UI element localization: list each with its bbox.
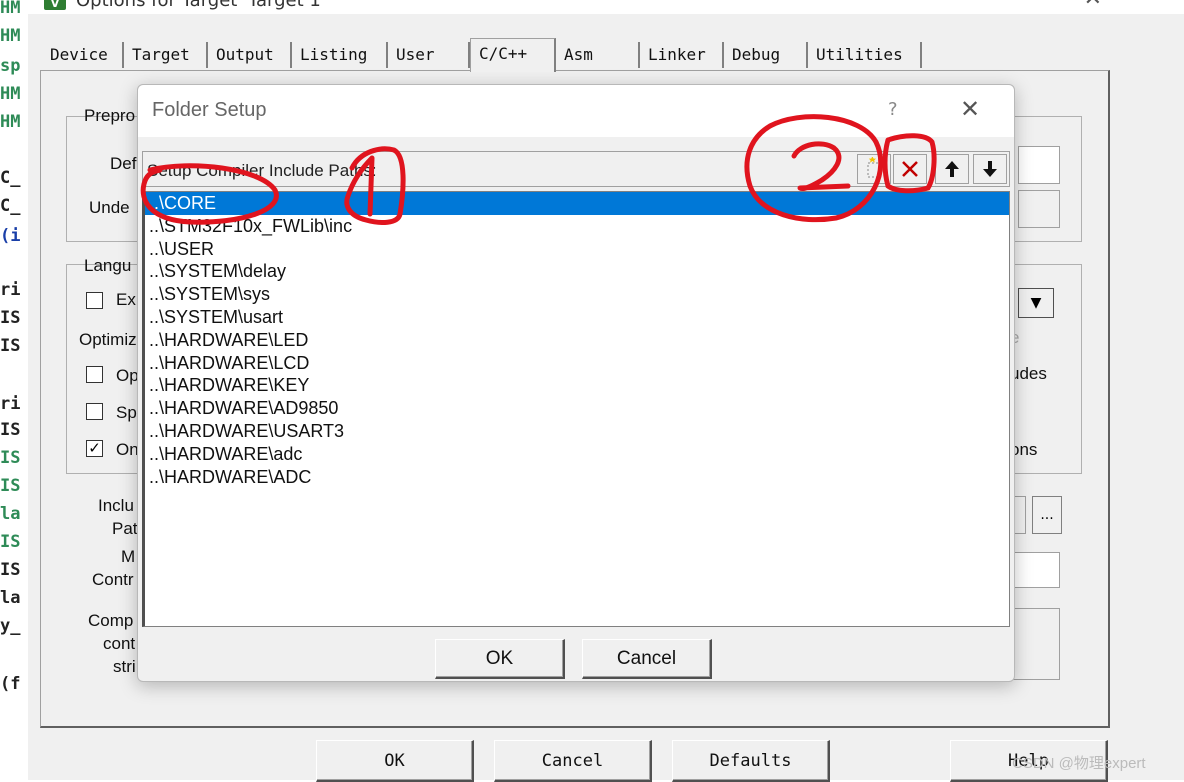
folder-ok-button[interactable]: OK bbox=[435, 639, 565, 679]
include-path-item[interactable]: ..\HARDWARE\adc bbox=[145, 443, 1009, 466]
optimize-time-checkbox[interactable] bbox=[86, 366, 103, 383]
arrow-down-icon bbox=[983, 161, 997, 177]
tab-listing[interactable]: Listing bbox=[292, 42, 388, 68]
include-path-item[interactable]: ..\HARDWARE\LED bbox=[145, 329, 1009, 352]
options-title: Options for Target 'Target 1' bbox=[76, 0, 326, 11]
code-line-fragment: ri bbox=[0, 394, 21, 414]
compiler-control-label: Comp bbox=[88, 611, 134, 630]
one-elf-label: On bbox=[116, 440, 139, 459]
include-path-item[interactable]: ..\HARDWARE\LCD bbox=[145, 352, 1009, 375]
split-sections-checkbox[interactable] bbox=[86, 403, 103, 420]
code-line-fragment: sp bbox=[0, 56, 21, 76]
tab-device[interactable]: Device bbox=[42, 42, 124, 68]
execute-only-checkbox[interactable] bbox=[86, 292, 103, 309]
misc-controls-label-2: Contr bbox=[92, 570, 134, 589]
include-path-item[interactable]: ..\HARDWARE\ADC bbox=[145, 466, 1009, 489]
code-line-fragment: C_ bbox=[0, 168, 21, 188]
include-path-item[interactable]: ..\HARDWARE\USART3 bbox=[145, 420, 1009, 443]
code-line-fragment: la bbox=[0, 588, 21, 608]
move-up-button[interactable] bbox=[935, 154, 969, 184]
tab-c-c-[interactable]: C/C++ bbox=[470, 38, 556, 72]
include-path-item[interactable]: ..\USER bbox=[145, 238, 1009, 261]
misc-controls-input[interactable] bbox=[1010, 552, 1060, 588]
include-paths-label-2: Pat bbox=[112, 519, 138, 538]
language-label: Langu bbox=[84, 256, 132, 275]
tab-target[interactable]: Target bbox=[124, 42, 208, 68]
code-line-fragment: IS bbox=[0, 308, 21, 328]
code-line-fragment: HM bbox=[0, 112, 21, 132]
undefine-input[interactable] bbox=[1018, 190, 1060, 228]
compiler-control-string bbox=[1010, 608, 1060, 680]
define-label: Def bbox=[110, 154, 137, 173]
code-line-fragment: HM bbox=[0, 26, 21, 46]
compiler-control-label-3: stri bbox=[113, 657, 136, 676]
folder-setup-titlebar: Folder Setup ? ✕ bbox=[138, 85, 1014, 137]
code-line-fragment: y_ bbox=[0, 616, 21, 636]
include-path-item[interactable]: ..\SYSTEM\usart bbox=[145, 306, 1009, 329]
include-path-item[interactable]: ..\HARDWARE\AD9850 bbox=[145, 397, 1009, 420]
code-line-fragment: (f bbox=[0, 674, 21, 694]
folder-setup-dialog: Folder Setup ? ✕ Setup Compiler Include … bbox=[137, 84, 1015, 682]
background-code-editor: HM HM sp HM HM C_ C_ (i ri IS IS ri IS IS IS la IS IS la y_… bbox=[0, 0, 30, 780]
code-line-fragment: HM bbox=[0, 84, 21, 104]
tab-asm[interactable]: Asm bbox=[556, 42, 640, 68]
delete-path-button[interactable] bbox=[893, 154, 927, 184]
keil-app-icon: V bbox=[44, 0, 66, 10]
tab-output[interactable]: Output bbox=[208, 42, 292, 68]
code-line-fragment: ri bbox=[0, 280, 21, 300]
no-auto-includes-fragment: udes bbox=[1010, 364, 1047, 383]
optimize-time-label: Op bbox=[116, 366, 139, 385]
code-line-fragment: IS bbox=[0, 476, 21, 496]
code-line-fragment: C_ bbox=[0, 196, 21, 216]
code-line-fragment: IS bbox=[0, 448, 21, 468]
optimization-dropdown-arrow-icon[interactable]: ▼ bbox=[1018, 288, 1054, 318]
help-icon[interactable]: ? bbox=[888, 99, 898, 120]
new-folder-icon bbox=[867, 156, 881, 178]
include-paths-label: Setup Compiler Include Paths: bbox=[147, 161, 377, 180]
include-path-item[interactable]: ..\SYSTEM\delay bbox=[145, 260, 1009, 283]
options-titlebar: V Options for Target 'Target 1' ✕ bbox=[28, 0, 1184, 14]
folder-setup-title: Folder Setup bbox=[152, 99, 267, 121]
include-paths-label: Inclu bbox=[98, 496, 134, 515]
compiler-control-label-2: cont bbox=[103, 634, 136, 653]
tab-utilities[interactable]: Utilities bbox=[808, 42, 922, 68]
code-line-fragment: la bbox=[0, 504, 21, 524]
code-line-fragment: IS bbox=[0, 532, 21, 552]
define-input[interactable] bbox=[1018, 146, 1060, 184]
code-line-fragment: (i bbox=[0, 226, 21, 246]
delete-x-icon bbox=[902, 161, 918, 177]
tab-linker[interactable]: Linker bbox=[640, 42, 724, 68]
execute-only-label: Ex bbox=[116, 290, 136, 309]
options-ok-button[interactable]: OK bbox=[316, 740, 474, 782]
include-paths-list[interactable]: ..\CORE ..\STM32F10x_FWLib\inc ..\USER ..\S… bbox=[142, 191, 1010, 627]
code-line-fragment: IS bbox=[0, 560, 21, 580]
options-close-icon[interactable]: ✕ bbox=[1084, 0, 1102, 11]
move-down-button[interactable] bbox=[973, 154, 1007, 184]
arrow-up-icon bbox=[945, 161, 959, 177]
include-paths-browse-button[interactable]: ... bbox=[1032, 496, 1062, 534]
new-folder-button[interactable] bbox=[857, 154, 891, 184]
preprocessor-label: Prepro bbox=[84, 106, 136, 125]
tab-debug[interactable]: Debug bbox=[724, 42, 808, 68]
options-cancel-button[interactable]: Cancel bbox=[494, 740, 652, 782]
tab-user[interactable]: User bbox=[388, 42, 470, 68]
one-elf-checkbox[interactable]: ✓ bbox=[86, 440, 103, 457]
include-paths-toolbar: Setup Compiler Include Paths: bbox=[142, 151, 1010, 187]
split-sections-label: Sp bbox=[116, 403, 137, 422]
code-line-fragment: IS bbox=[0, 420, 21, 440]
include-path-item[interactable]: ..\SYSTEM\sys bbox=[145, 283, 1009, 306]
code-line-fragment: IS bbox=[0, 336, 21, 356]
include-path-item[interactable]: ..\CORE bbox=[145, 192, 1009, 215]
misc-controls-label: M bbox=[121, 547, 136, 566]
options-defaults-button[interactable]: Defaults bbox=[672, 740, 830, 782]
optimization-label: Optimiz bbox=[79, 330, 137, 349]
undefine-label: Unde bbox=[89, 198, 130, 217]
close-icon[interactable]: ✕ bbox=[960, 95, 980, 123]
code-line-fragment: HM bbox=[0, 0, 21, 18]
include-path-item[interactable]: ..\STM32F10x_FWLib\inc bbox=[145, 215, 1009, 238]
include-path-item[interactable]: ..\HARDWARE\KEY bbox=[145, 374, 1009, 397]
watermark: CSDN @物理expert bbox=[1012, 755, 1146, 772]
folder-cancel-button[interactable]: Cancel bbox=[582, 639, 712, 679]
